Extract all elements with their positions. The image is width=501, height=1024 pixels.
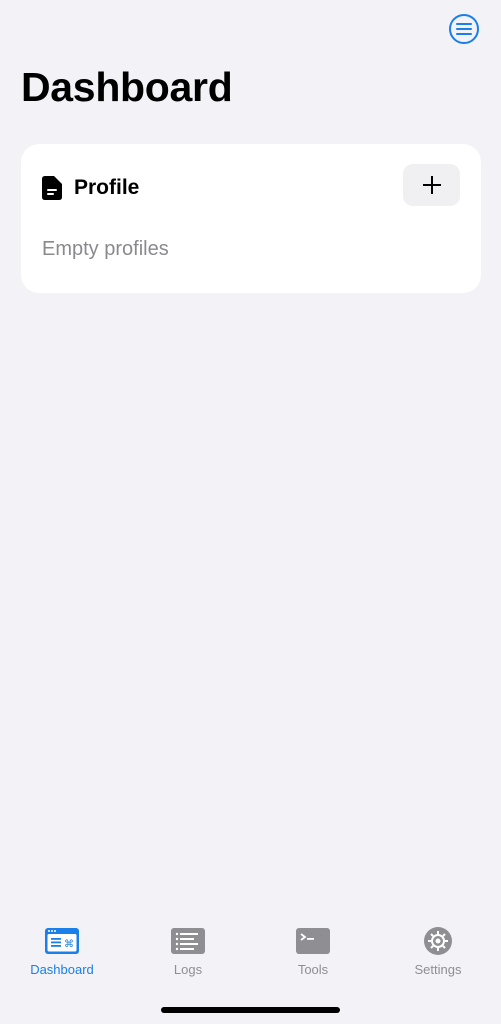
document-icon: [42, 176, 62, 200]
tab-settings[interactable]: Settings: [388, 926, 488, 977]
tab-bar: ⌘ Dashboard Logs Tools Settings: [0, 920, 501, 990]
tab-dashboard[interactable]: ⌘ Dashboard: [12, 926, 112, 977]
dashboard-screen: Dashboard Profile Empty profiles ⌘ Dashb…: [0, 0, 501, 1024]
tab-logs[interactable]: Logs: [138, 926, 238, 977]
dashboard-icon: ⌘: [45, 928, 79, 954]
home-indicator: [161, 1007, 340, 1013]
profile-card: Profile Empty profiles: [21, 144, 481, 293]
svg-text:⌘: ⌘: [64, 939, 74, 950]
logs-icon: [171, 928, 205, 954]
tab-label: Settings: [414, 962, 462, 977]
plus-icon: [422, 176, 441, 194]
page-title: Dashboard: [21, 64, 233, 110]
tab-label: Logs: [173, 962, 203, 977]
profile-card-title: Profile: [74, 176, 140, 199]
hamburger-circle-icon[interactable]: [449, 14, 479, 44]
tab-label: Dashboard: [30, 962, 94, 977]
empty-profiles-text: Empty profiles: [42, 238, 169, 260]
terminal-icon: [296, 928, 330, 954]
profile-card-header: Profile: [42, 176, 139, 200]
add-profile-button[interactable]: [403, 164, 460, 206]
tab-label: Tools: [297, 962, 329, 977]
gear-icon: [424, 927, 452, 955]
tab-tools[interactable]: Tools: [263, 926, 363, 977]
